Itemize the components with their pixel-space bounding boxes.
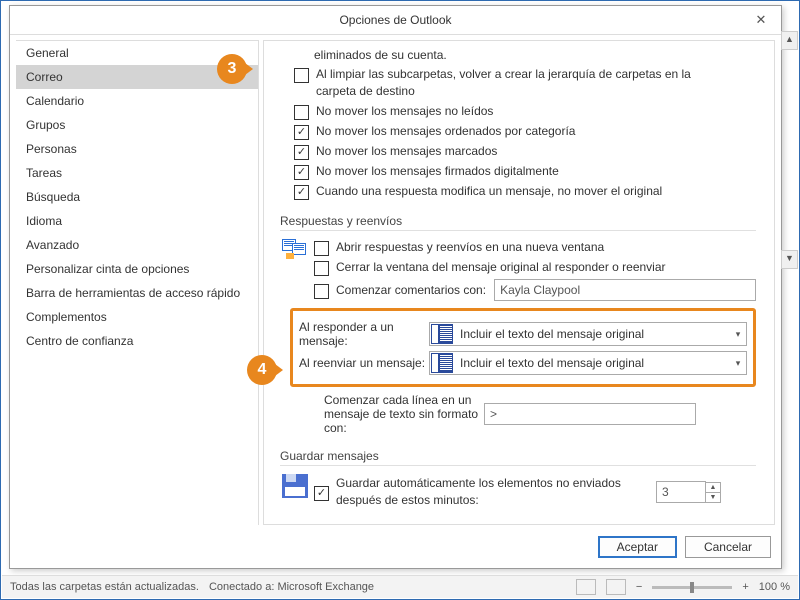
view-normal-icon[interactable] xyxy=(576,579,596,595)
status-folders: Todas las carpetas están actualizadas. xyxy=(10,581,199,593)
include-text-icon xyxy=(431,353,453,373)
dialog-title: Opciones de Outlook xyxy=(339,13,451,27)
label: No mover los mensajes marcados xyxy=(316,143,497,160)
input-comenzar[interactable]: Kayla Claypool xyxy=(494,279,756,301)
sidebar-item-avanzado[interactable]: Avanzado xyxy=(16,233,258,257)
callout-badge-3: 3 xyxy=(217,54,247,84)
sidebar: General Correo Calendario Grupos Persona… xyxy=(16,40,259,525)
chevron-down-icon: ▾ xyxy=(730,329,746,340)
checkbox-subcarpetas[interactable] xyxy=(294,68,309,83)
sidebar-item-idioma[interactable]: Idioma xyxy=(16,209,258,233)
sidebar-item-cinta[interactable]: Personalizar cinta de opciones xyxy=(16,257,258,281)
dropdown-responder[interactable]: Incluir el texto del mensaje original ▾ xyxy=(429,322,747,346)
checkbox-abrir-nueva[interactable] xyxy=(314,241,329,256)
sidebar-item-calendario[interactable]: Calendario xyxy=(16,89,258,113)
label: No mover los mensajes no leídos xyxy=(316,103,493,120)
sidebar-item-busqueda[interactable]: Búsqueda xyxy=(16,185,258,209)
label: Guardar automáticamente los elementos no… xyxy=(336,475,656,509)
options-dialog: Opciones de Outlook ✕ General Correo Cal… xyxy=(9,5,782,569)
label-reenviar: Al reenviar un mensaje: xyxy=(299,356,429,370)
label-responder: Al responder a un mensaje: xyxy=(299,320,429,348)
include-text-icon xyxy=(431,324,453,344)
scroll-down-icon[interactable]: ▼ xyxy=(781,250,798,269)
sidebar-item-personas[interactable]: Personas xyxy=(16,137,258,161)
checkbox-noleidos[interactable] xyxy=(294,105,309,120)
background-scrollbar[interactable]: ▲ ▼ xyxy=(781,31,798,575)
chevron-down-icon: ▾ xyxy=(730,358,746,369)
close-icon[interactable]: ✕ xyxy=(741,6,781,34)
checkbox-respuesta[interactable] xyxy=(294,185,309,200)
cancel-button[interactable]: Cancelar xyxy=(685,536,771,558)
input-plain-prefix[interactable]: > xyxy=(484,403,696,425)
label-plain: Comenzar cada línea en un mensaje de tex… xyxy=(324,393,484,435)
checkbox-marcados[interactable] xyxy=(294,145,309,160)
dropdown-value: Incluir el texto del mensaje original xyxy=(454,356,730,370)
section-respuestas: Respuestas y reenvíos xyxy=(280,214,756,231)
spinner-minutos[interactable]: 3 ▲▼ xyxy=(656,481,721,503)
dropdown-value: Incluir el texto del mensaje original xyxy=(454,327,730,341)
statusbar: Todas las carpetas están actualizadas. C… xyxy=(2,575,798,598)
save-icon xyxy=(280,472,310,500)
callout-badge-4: 4 xyxy=(247,355,277,385)
text-eliminados: eliminados de su cuenta. xyxy=(314,47,756,64)
dropdown-reenviar[interactable]: Incluir el texto del mensaje original ▾ xyxy=(429,351,747,375)
sidebar-item-tareas[interactable]: Tareas xyxy=(16,161,258,185)
sidebar-item-confianza[interactable]: Centro de confianza xyxy=(16,329,258,353)
checkbox-autoguardar[interactable] xyxy=(314,486,329,501)
status-connection: Conectado a: Microsoft Exchange xyxy=(209,581,374,593)
label: Comenzar comentarios con: xyxy=(336,282,486,299)
spin-up-icon[interactable]: ▲ xyxy=(706,483,720,493)
section-guardar: Guardar mensajes xyxy=(280,449,756,466)
checkbox-categoria[interactable] xyxy=(294,125,309,140)
label: No mover los mensajes firmados digitalme… xyxy=(316,163,559,180)
label: Cuando una respuesta modifica un mensaje… xyxy=(316,183,662,200)
app-window: Opciones de Outlook ✕ General Correo Cal… xyxy=(0,0,800,600)
view-reading-icon[interactable] xyxy=(606,579,626,595)
spinner-value[interactable]: 3 xyxy=(656,481,706,503)
checkbox-cerrar-original[interactable] xyxy=(314,261,329,276)
label: Abrir respuestas y reenvíos en una nueva… xyxy=(336,239,604,256)
checkbox-firmados[interactable] xyxy=(294,165,309,180)
scroll-up-icon[interactable]: ▲ xyxy=(781,31,798,50)
sidebar-item-barra[interactable]: Barra de herramientas de acceso rápido xyxy=(16,281,258,305)
spin-down-icon[interactable]: ▼ xyxy=(706,493,720,502)
zoom-value: 100 % xyxy=(759,581,790,593)
label: Cerrar la ventana del mensaje original a… xyxy=(336,259,666,276)
checkbox-comenzar[interactable] xyxy=(314,284,329,299)
sidebar-item-complementos[interactable]: Complementos xyxy=(16,305,258,329)
label: Al limpiar las subcarpetas, volver a cre… xyxy=(316,66,716,100)
content-pane: eliminados de su cuenta. Al limpiar las … xyxy=(263,40,775,525)
highlight-box: Al responder a un mensaje: Incluir el te… xyxy=(290,308,756,387)
label: No mover los mensajes ordenados por cate… xyxy=(316,123,575,140)
sidebar-item-grupos[interactable]: Grupos xyxy=(16,113,258,137)
reply-forward-icon xyxy=(280,237,310,265)
ok-button[interactable]: Aceptar xyxy=(598,536,677,558)
zoom-slider[interactable] xyxy=(652,586,732,589)
titlebar: Opciones de Outlook ✕ xyxy=(10,6,781,35)
